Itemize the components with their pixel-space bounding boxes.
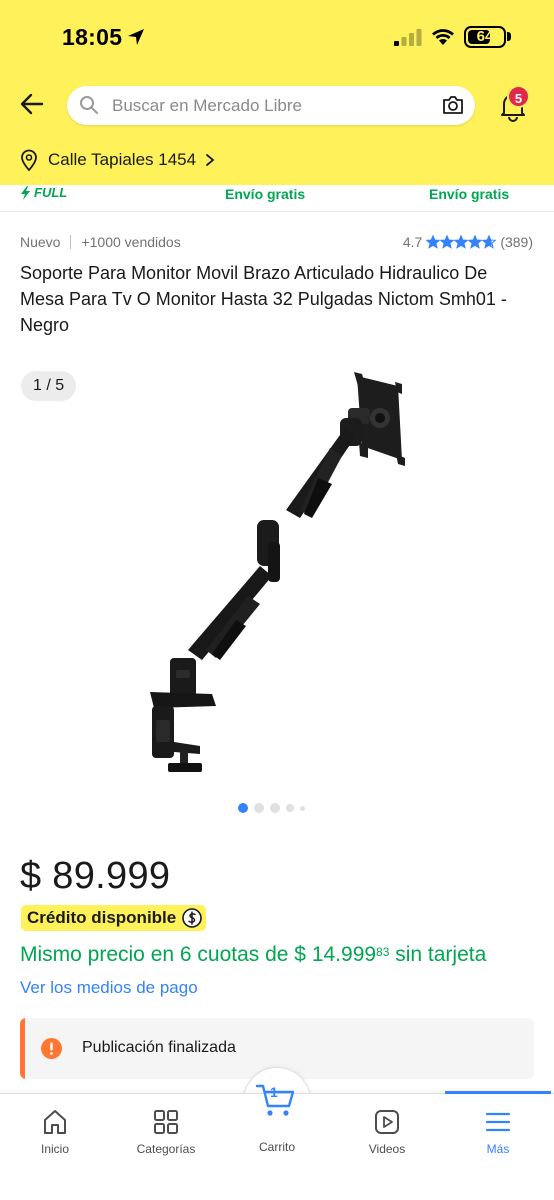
location-pin-icon [21,149,37,171]
home-icon [44,1110,66,1134]
shipping-strip: FULL Envío gratis Envío gratis [0,185,554,207]
battery-level: 64 [476,28,494,45]
chevron-right-icon [206,154,215,166]
product-image[interactable] [140,370,420,780]
nav-label: Más [486,1142,510,1156]
app-header: 18:05 64 Buscar en Mercado Libre 5 Calle… [0,0,554,185]
carousel-dot[interactable] [300,805,305,811]
condition-label: Nuevo [20,234,61,250]
free-shipping-label: Envío gratis [225,186,306,202]
cart-count: 1 [270,1084,278,1100]
grid-icon [154,1110,178,1134]
meta-separator [70,235,72,249]
address-text: Calle Tapiales 1454 [48,150,197,169]
carousel-dot[interactable] [254,803,264,813]
installments-suffix: sin tarjeta [389,943,487,966]
price: $ 89.999 [20,855,171,897]
star-icon [426,235,441,249]
money-coin-icon [182,908,203,928]
address-selector[interactable]: Calle Tapiales 1454 [20,148,216,172]
menu-icon [485,1112,511,1132]
status-time: 18:05 [62,24,123,50]
active-tab-indicator [445,1091,551,1094]
search-icon [80,96,98,114]
search-input[interactable]: Buscar en Mercado Libre [67,86,475,125]
notifications-badge: 5 [507,85,530,108]
cellular-signal-icon [394,29,422,46]
image-counter: 1 / 5 [21,371,77,401]
notice-text: Publicación finalizada [82,1039,236,1056]
star-icon [440,235,455,249]
rating-summary[interactable]: 4.7 (389) [403,234,533,250]
star-icon [468,235,483,249]
wifi-icon [432,29,454,45]
nav-item-inicio[interactable]: Inicio [5,1108,105,1156]
divider [0,211,554,212]
payment-methods-link[interactable]: Ver los medios de pago [20,978,198,998]
nav-label: Inicio [40,1142,69,1156]
carousel-dot[interactable] [270,803,280,813]
rating-stars [426,235,497,249]
rating-value: 4.7 [402,234,423,250]
battery-cap [507,32,511,41]
credit-badge[interactable]: Crédito disponible [21,905,207,931]
installments-cents: 83 [376,945,390,959]
star-icon [454,235,469,249]
full-badge: FULL [20,185,67,200]
product-meta: Nuevo +1000 vendidos [20,234,181,250]
nav-item-videos[interactable]: Videos [337,1108,437,1156]
sold-count: +1000 vendidos [81,234,181,250]
camera-icon[interactable] [442,95,464,115]
warning-icon [41,1038,62,1059]
play-icon [375,1110,399,1134]
notice-accent-bar [20,1018,25,1079]
search-placeholder: Buscar en Mercado Libre [112,96,302,115]
reviews-count: (389) [500,234,533,250]
battery-icon: 64 [464,26,506,48]
nav-item-mas[interactable]: Más [448,1108,548,1156]
back-arrow-icon[interactable] [16,88,48,120]
product-title: Soporte Para Monitor Movil Brazo Articul… [20,263,507,335]
nav-label: Videos [368,1142,406,1156]
nav-item-categorias[interactable]: Categorías [116,1108,216,1156]
full-label: FULL [34,185,68,200]
free-shipping-label: Envío gratis [429,186,510,202]
carousel-dot[interactable] [286,804,294,812]
nav-label: Categorías [136,1142,196,1156]
installments-info: Mismo precio en 6 cuotas de $ 14.99983 s… [20,943,486,967]
credit-label: Crédito disponible [27,908,177,927]
location-arrow-icon [128,29,144,45]
status-bar: 18:05 64 [0,0,554,76]
carousel-dot[interactable] [238,803,248,813]
carousel-dots[interactable] [238,803,311,813]
nav-item-carrito[interactable]: Carrito [227,1140,327,1154]
star-icon [482,235,497,249]
installments-prefix: Mismo precio en 6 cuotas de $ 14.999 [20,943,377,966]
lightning-bolt-icon [21,185,30,200]
